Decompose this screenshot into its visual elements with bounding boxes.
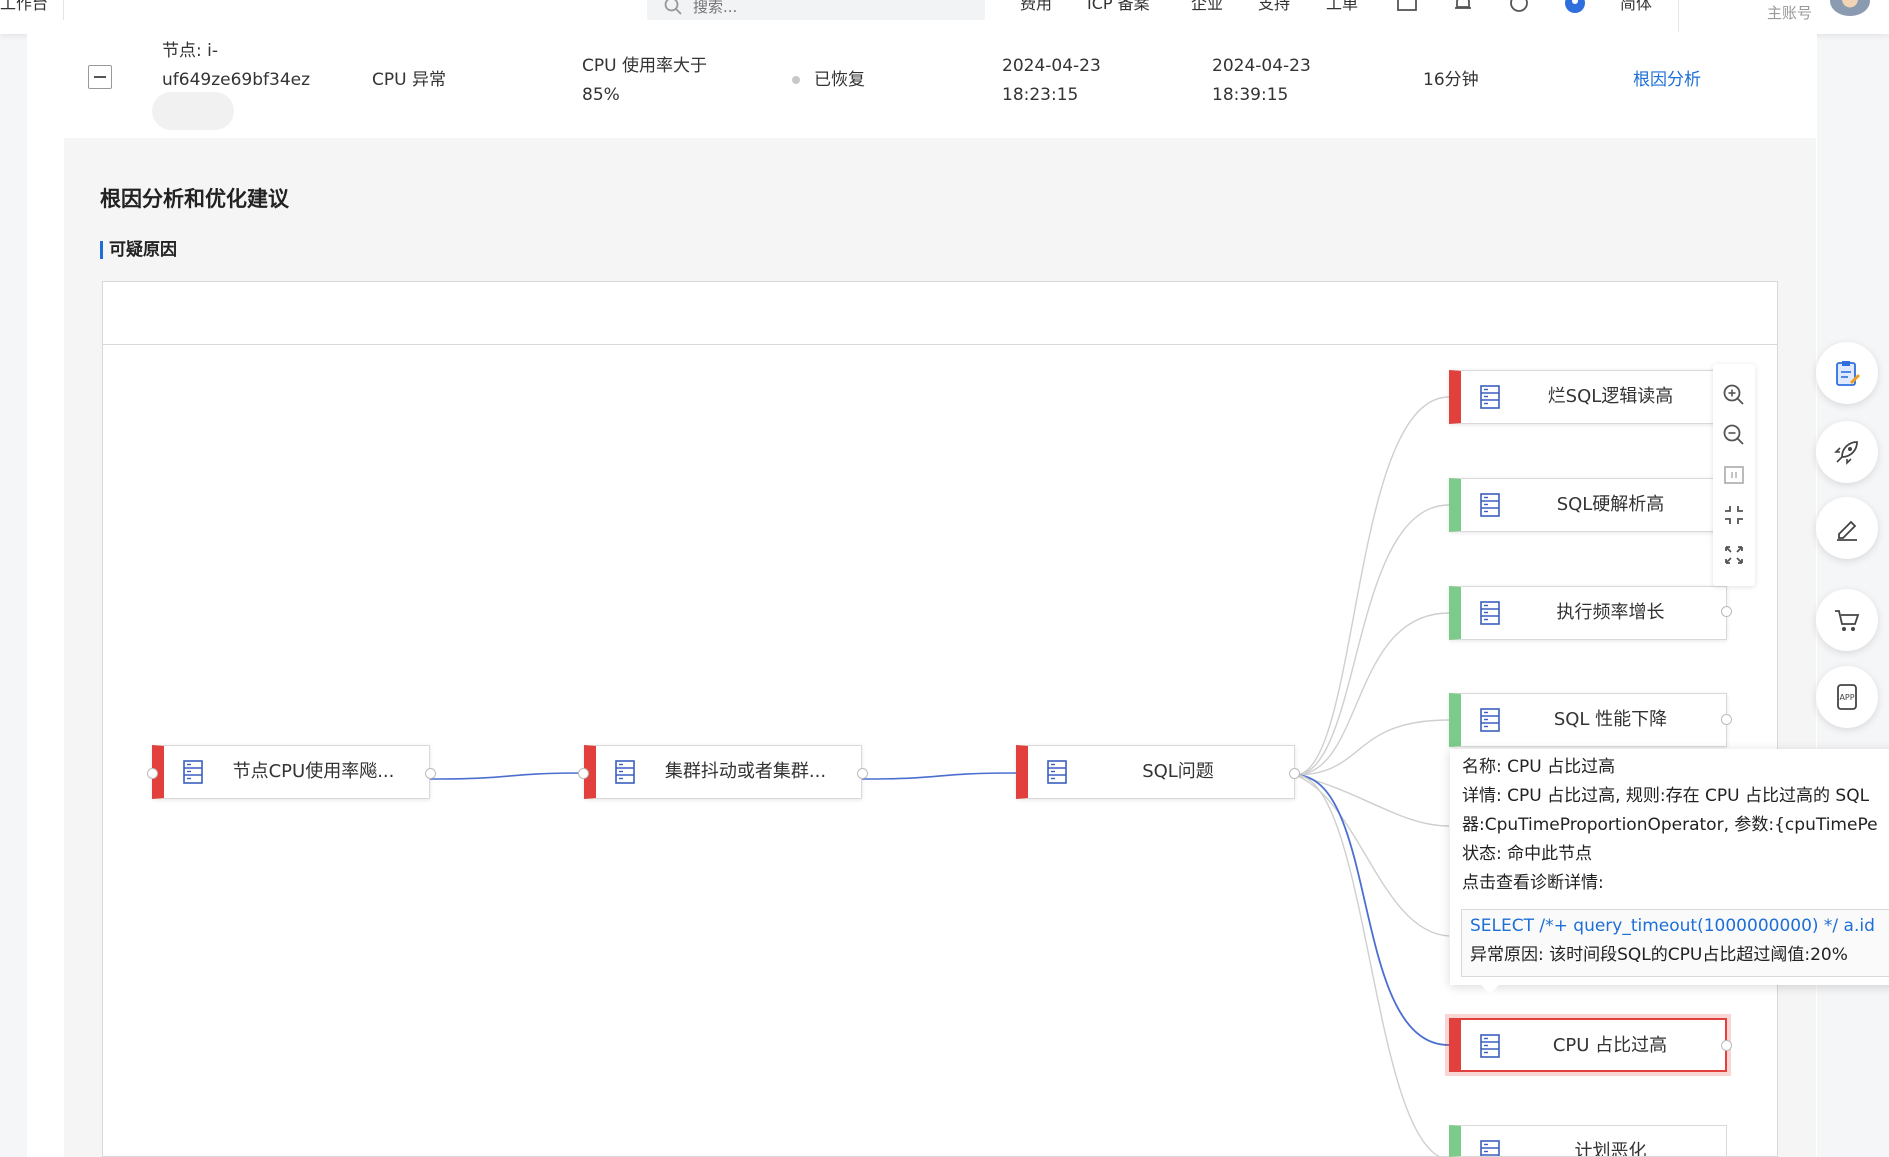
graph-node[interactable]: SQL硬解析高 [1449, 478, 1727, 532]
edge-n1-n2 [429, 772, 585, 780]
graph-node[interactable]: 执行频率增长 [1449, 586, 1727, 640]
cart-icon [1835, 610, 1860, 631]
edge-n3-hidden2 [1294, 774, 1450, 937]
node-port[interactable] [1721, 714, 1732, 725]
fullscreen-icon[interactable] [1721, 542, 1747, 568]
fit-view-icon[interactable] [1721, 462, 1747, 488]
node-label: 烂SQL逻辑读高 [1547, 386, 1674, 407]
zoom-in-icon[interactable] [1721, 382, 1747, 408]
clipboard-edit-icon [1836, 361, 1861, 386]
tooltip-detail-value: CPU 占比过高, 规则:存在 CPU 占比过高的 SQL [1507, 786, 1870, 806]
server-icon [1480, 1140, 1500, 1156]
svg-text:APP: APP [1839, 693, 1854, 702]
graph-node[interactable]: 烂SQL逻辑读高 [1449, 370, 1727, 424]
sql-link[interactable]: SELECT /*+ query_timeout(1000000000) */ … [1470, 912, 1875, 941]
graph-node[interactable]: 集群抖动或者集群... [584, 745, 862, 799]
graph-node[interactable]: SQL问题 [1016, 745, 1295, 799]
node-port[interactable] [1289, 768, 1300, 779]
rocket-icon [1834, 441, 1858, 465]
tooltip-click-hint: 点击查看诊断详情: [1462, 873, 1604, 893]
edge-n3-r1 [1294, 396, 1450, 776]
node-port[interactable] [425, 768, 436, 779]
tooltip-name-label: 名称: [1462, 757, 1502, 777]
node-label: SQL问题 [1142, 761, 1214, 782]
graph-node[interactable]: 节点CPU使用率飚... [152, 745, 430, 799]
float-app-button[interactable]: APP [1816, 666, 1878, 728]
node-label: 节点CPU使用率飚... [232, 761, 395, 782]
tooltip-status-value: 命中此节点 [1507, 844, 1593, 864]
tooltip-detail-line2: 器:CpuTimeProportionOperator, 参数:{cpuTime… [1462, 815, 1878, 835]
edge-n3-r2 [1294, 504, 1450, 776]
tooltip-status-label: 状态: [1462, 844, 1502, 864]
tooltip-name-value: CPU 占比过高 [1507, 757, 1616, 777]
node-tooltip: 名称: CPU 占比过高 详情: CPU 占比过高, 规则:存在 CPU 占比过… [1450, 749, 1889, 985]
edge-n2-n3 [861, 772, 1017, 780]
zoom-toolbar [1713, 364, 1755, 586]
edge-n3-r3 [1294, 612, 1450, 776]
node-port[interactable] [578, 768, 589, 779]
app-icon: APP [1837, 684, 1857, 710]
node-label: 执行频率增长 [1556, 602, 1665, 623]
tooltip-detail-label: 详情: [1462, 786, 1502, 806]
node-label: 集群抖动或者集群... [664, 761, 827, 782]
server-icon [1047, 760, 1067, 784]
float-rocket-button[interactable] [1816, 421, 1878, 483]
node-label: CPU 占比过高 [1552, 1035, 1668, 1056]
server-icon [1480, 493, 1500, 517]
zoom-out-icon[interactable] [1721, 422, 1747, 448]
server-icon [1480, 601, 1500, 625]
node-label: 计划恶化 [1574, 1141, 1647, 1157]
edge-n3-r6 [1294, 774, 1443, 1157]
graph-node-selected[interactable]: CPU 占比过高 [1449, 1018, 1727, 1072]
sql-detail-box[interactable]: SELECT /*+ query_timeout(1000000000) */ … [1461, 909, 1889, 977]
float-cart-button[interactable] [1816, 589, 1878, 651]
node-port[interactable] [147, 768, 158, 779]
graph-node[interactable]: SQL 性能下降 [1449, 693, 1727, 747]
node-port[interactable] [1721, 606, 1732, 617]
edge-n3-r5 [1294, 774, 1450, 1046]
graph-node[interactable]: 计划恶化 [1449, 1125, 1727, 1157]
node-label: SQL 性能下降 [1553, 709, 1668, 730]
pen-icon [1837, 520, 1857, 541]
tooltip-arrow [1480, 984, 1500, 994]
server-icon [183, 760, 203, 784]
server-icon [1480, 1034, 1500, 1058]
node-port[interactable] [1721, 1040, 1732, 1051]
server-icon [1480, 385, 1500, 409]
collapse-view-icon[interactable] [1721, 502, 1747, 528]
node-label: SQL硬解析高 [1556, 494, 1665, 515]
float-clipboard-button[interactable] [1816, 342, 1878, 404]
node-port[interactable] [857, 768, 868, 779]
server-icon [615, 760, 635, 784]
server-icon [1480, 708, 1500, 732]
abnormal-reason: 异常原因: 该时间段SQL的CPU占比超过阈值:20% [1470, 945, 1848, 965]
float-edit-button[interactable] [1816, 497, 1878, 559]
